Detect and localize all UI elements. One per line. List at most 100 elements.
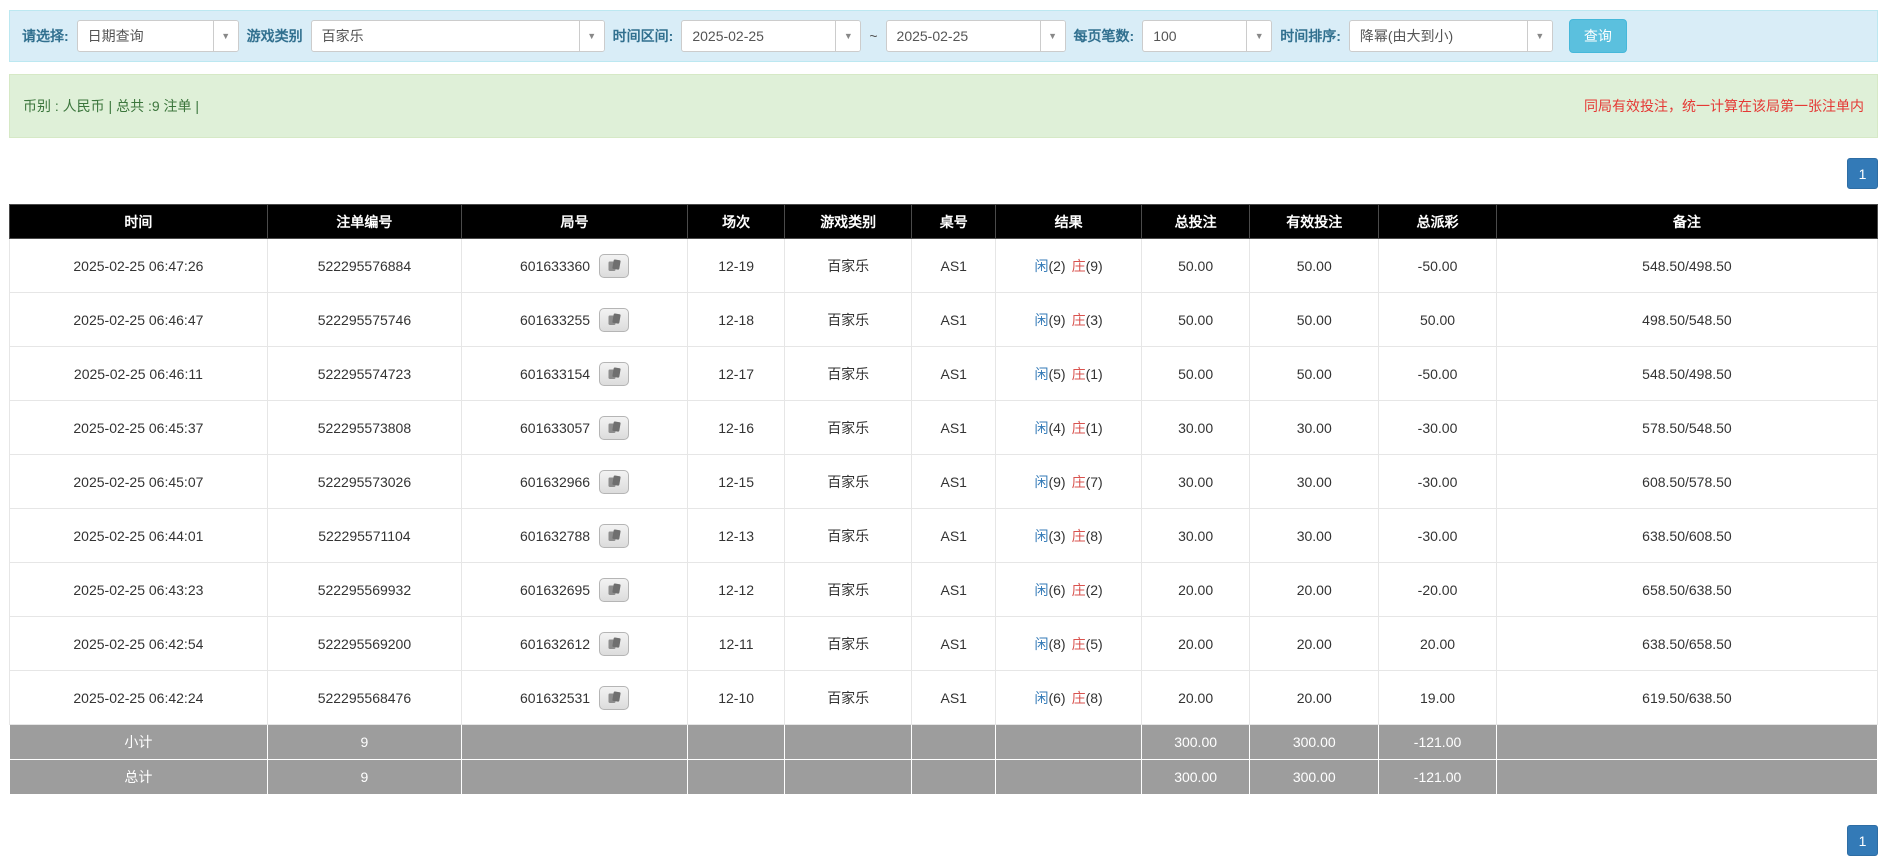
view-round-icon-button[interactable]: [599, 578, 629, 602]
note-cell: 638.50/658.50: [1496, 617, 1877, 671]
empty-cell: [912, 725, 996, 760]
view-round-icon-button[interactable]: [599, 254, 629, 278]
col-bet-id: 注单编号: [267, 205, 461, 239]
player-result-score: (6): [1048, 582, 1065, 598]
time-range-label: 时间区间:: [613, 26, 674, 46]
game-type-cell: 百家乐: [785, 563, 912, 617]
table-row: 2025-02-25 06:45:07 522295573026 6016329…: [10, 455, 1878, 509]
game-type-cell: 百家乐: [785, 239, 912, 293]
time-cell: 2025-02-25 06:45:37: [10, 401, 268, 455]
session-cell: 12-12: [688, 563, 785, 617]
total-bet-cell[interactable]: 20.00: [1141, 563, 1249, 617]
total-bet-cell[interactable]: 20.00: [1141, 671, 1249, 725]
total-bet-cell[interactable]: 20.00: [1141, 617, 1249, 671]
table-row: 2025-02-25 06:46:47 522295575746 6016332…: [10, 293, 1878, 347]
cards-icon: [607, 421, 622, 434]
banker-result-label: 庄: [1072, 258, 1086, 274]
per-page-select[interactable]: 100 ▼: [1142, 20, 1272, 52]
result-cell: 闲(6)庄(8): [996, 671, 1142, 725]
session-cell: 12-15: [688, 455, 785, 509]
table-row: 2025-02-25 06:47:26 522295576884 6016333…: [10, 239, 1878, 293]
view-round-icon-button[interactable]: [599, 524, 629, 548]
total-bet-cell[interactable]: 30.00: [1141, 455, 1249, 509]
session-cell: 12-10: [688, 671, 785, 725]
query-type-select[interactable]: 日期查询 ▼: [77, 20, 239, 52]
round-cell: 601633360: [462, 239, 688, 293]
col-round: 局号: [462, 205, 688, 239]
game-type-cell: 百家乐: [785, 347, 912, 401]
col-time: 时间: [10, 205, 268, 239]
round-number: 601633057: [520, 420, 590, 436]
cards-icon: [607, 313, 622, 326]
time-cell: 2025-02-25 06:44:01: [10, 509, 268, 563]
empty-cell: [996, 760, 1142, 795]
game-type-cell: 百家乐: [785, 617, 912, 671]
subtotal-label: 小计: [10, 725, 268, 760]
table-no-cell: AS1: [912, 509, 996, 563]
banker-result-score: (8): [1086, 528, 1103, 544]
valid-bet-cell: 20.00: [1250, 563, 1379, 617]
game-type-select[interactable]: 百家乐 ▼: [311, 20, 605, 52]
chevron-down-icon[interactable]: ▼: [1527, 21, 1552, 51]
time-sort-select[interactable]: 降幂(由大到小) ▼: [1349, 20, 1553, 52]
round-number: 601632531: [520, 690, 590, 706]
chevron-down-icon[interactable]: ▼: [579, 21, 604, 51]
payout-cell: -30.00: [1379, 455, 1497, 509]
player-result-score: (5): [1048, 366, 1065, 382]
col-result: 结果: [996, 205, 1142, 239]
time-cell: 2025-02-25 06:47:26: [10, 239, 268, 293]
total-label: 总计: [10, 760, 268, 795]
bet-id-cell: 522295569932: [267, 563, 461, 617]
table-no-cell: AS1: [912, 347, 996, 401]
chevron-down-icon[interactable]: ▼: [213, 21, 238, 51]
view-round-icon-button[interactable]: [599, 686, 629, 710]
note-cell: 638.50/608.50: [1496, 509, 1877, 563]
date-to-select[interactable]: 2025-02-25 ▼: [886, 20, 1066, 52]
chevron-down-icon[interactable]: ▼: [1040, 21, 1065, 51]
round-cell: 601632695: [462, 563, 688, 617]
bet-id-cell: 522295576884: [267, 239, 461, 293]
betting-records-page: 请选择: 日期查询 ▼ 游戏类别 百家乐 ▼ 时间区间: 2025-02-25 …: [0, 10, 1887, 856]
banker-result-score: (1): [1086, 420, 1103, 436]
page-1-button[interactable]: 1: [1847, 825, 1878, 856]
empty-cell: [1496, 725, 1877, 760]
player-result-label: 闲: [1034, 582, 1048, 598]
player-result-score: (9): [1048, 474, 1065, 490]
filter-bar: 请选择: 日期查询 ▼ 游戏类别 百家乐 ▼ 时间区间: 2025-02-25 …: [9, 10, 1878, 62]
round-cell: 601632531: [462, 671, 688, 725]
view-round-icon-button[interactable]: [599, 470, 629, 494]
banker-result-label: 庄: [1072, 690, 1086, 706]
total-bet-cell[interactable]: 50.00: [1141, 347, 1249, 401]
chevron-down-icon[interactable]: ▼: [835, 21, 860, 51]
result-cell: 闲(4)庄(1): [996, 401, 1142, 455]
col-note: 备注: [1496, 205, 1877, 239]
chevron-down-icon[interactable]: ▼: [1246, 21, 1271, 51]
total-bet-cell[interactable]: 30.00: [1141, 509, 1249, 563]
note-cell: 498.50/548.50: [1496, 293, 1877, 347]
per-page-value: 100: [1143, 21, 1246, 51]
table-footer: 小计 9 300.00 300.00 -121.00 总计 9: [10, 725, 1878, 795]
total-bet-cell[interactable]: 50.00: [1141, 293, 1249, 347]
session-cell: 12-19: [688, 239, 785, 293]
banker-result-score: (9): [1086, 258, 1103, 274]
empty-cell: [912, 760, 996, 795]
page-1-button[interactable]: 1: [1847, 158, 1878, 189]
total-bet-cell[interactable]: 30.00: [1141, 401, 1249, 455]
cards-icon: [607, 691, 622, 704]
session-cell: 12-11: [688, 617, 785, 671]
banker-result-score: (7): [1086, 474, 1103, 490]
view-round-icon-button[interactable]: [599, 308, 629, 332]
note-cell: 578.50/548.50: [1496, 401, 1877, 455]
view-round-icon-button[interactable]: [599, 362, 629, 386]
view-round-icon-button[interactable]: [599, 632, 629, 656]
payout-cell: -30.00: [1379, 401, 1497, 455]
session-cell: 12-17: [688, 347, 785, 401]
bet-id-cell: 522295569200: [267, 617, 461, 671]
banker-result-label: 庄: [1072, 474, 1086, 490]
total-bet-cell[interactable]: 50.00: [1141, 239, 1249, 293]
date-from-select[interactable]: 2025-02-25 ▼: [681, 20, 861, 52]
query-button[interactable]: 查询: [1569, 19, 1627, 53]
table-row: 2025-02-25 06:44:01 522295571104 6016327…: [10, 509, 1878, 563]
view-round-icon-button[interactable]: [599, 416, 629, 440]
payout-cell: 19.00: [1379, 671, 1497, 725]
